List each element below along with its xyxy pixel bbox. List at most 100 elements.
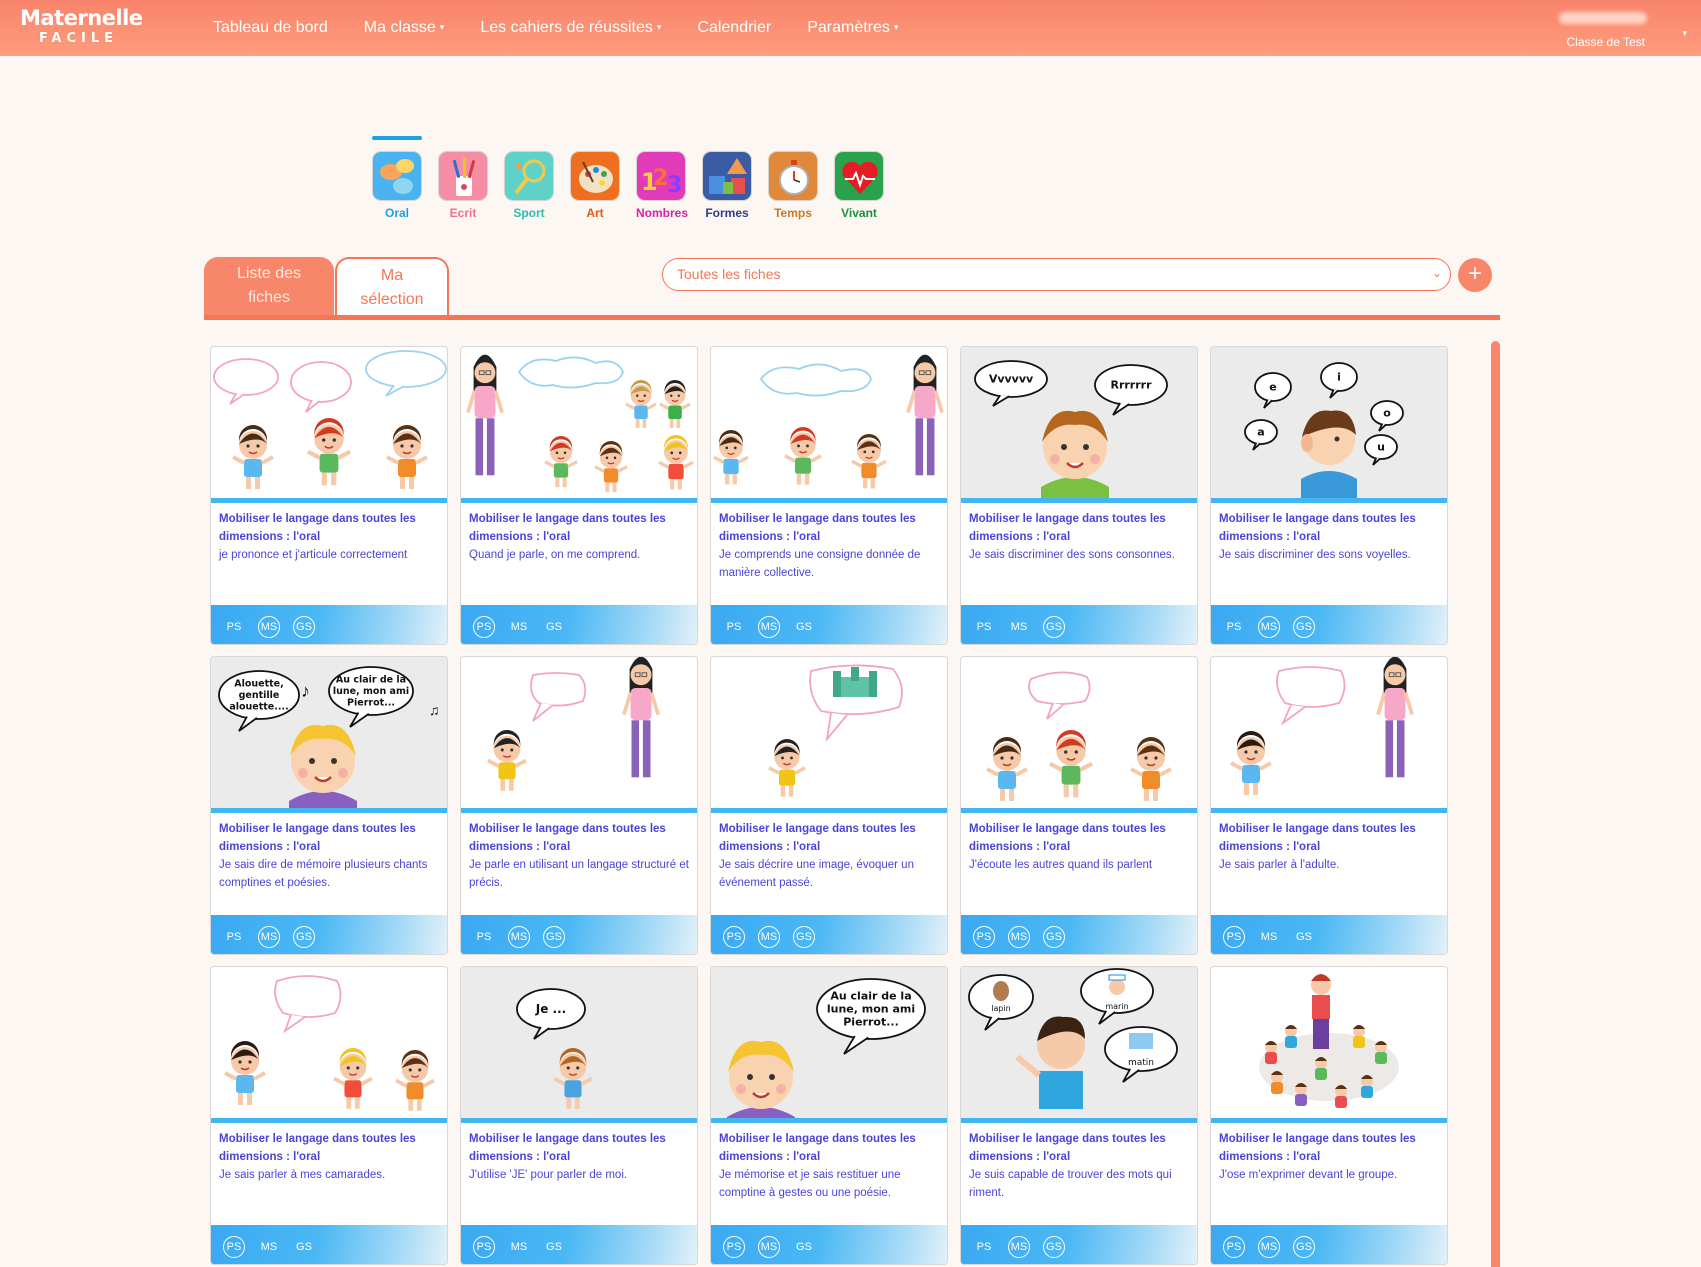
- level-badge-gs[interactable]: GS: [1293, 1236, 1315, 1258]
- level-badge-gs[interactable]: GS: [1293, 616, 1315, 638]
- domain-vivant[interactable]: Vivant: [834, 136, 900, 220]
- level-badge-ps[interactable]: PS: [723, 926, 745, 948]
- fiche-card[interactable]: Mobiliser le langage dans toutes les dim…: [210, 966, 448, 1265]
- level-badge-gs[interactable]: GS: [543, 616, 565, 638]
- level-badge-ps[interactable]: PS: [473, 1236, 495, 1258]
- fiche-card[interactable]: lapin marin matin Mobiliser le langage d…: [960, 966, 1198, 1265]
- fiche-card[interactable]: Mobiliser le langage dans toutes les dim…: [460, 656, 698, 955]
- fiche-card[interactable]: e i a o u Mobiliser le langage dans tout…: [1210, 346, 1448, 645]
- domain-oral[interactable]: Oral: [372, 136, 438, 220]
- fiche-card[interactable]: Mobiliser le langage dans toutes les dim…: [710, 346, 948, 645]
- level-badge-ps[interactable]: PS: [973, 926, 995, 948]
- tab-underline: [204, 315, 1500, 320]
- nav-item-0[interactable]: Tableau de bord: [213, 19, 328, 37]
- level-badge-gs[interactable]: GS: [1043, 616, 1065, 638]
- level-badge-ms[interactable]: MS: [1258, 1236, 1280, 1258]
- level-badge-ps[interactable]: PS: [973, 616, 995, 638]
- caret-down-icon: ▾: [439, 22, 445, 32]
- logo[interactable]: Maternelle FACILE: [20, 6, 154, 48]
- domain-ecrit[interactable]: Ecrit: [438, 136, 504, 220]
- fiche-card[interactable]: Je ... Mobiliser le langage dans toutes …: [460, 966, 698, 1265]
- level-badge-gs[interactable]: GS: [793, 616, 815, 638]
- level-badge-ps[interactable]: PS: [223, 616, 245, 638]
- card-title: Mobiliser le langage dans toutes les dim…: [219, 1133, 416, 1163]
- card-description: Je sais parler à l'adulte.: [1219, 859, 1340, 871]
- level-badge-gs[interactable]: GS: [793, 926, 815, 948]
- level-badge-gs[interactable]: GS: [293, 616, 315, 638]
- fiche-card[interactable]: Mobiliser le langage dans toutes les dim…: [210, 346, 448, 645]
- level-badge-ps[interactable]: PS: [723, 616, 745, 638]
- fiche-illustration: [711, 347, 947, 498]
- fiche-card[interactable]: Mobiliser le langage dans toutes les dim…: [960, 656, 1198, 955]
- level-badge-ms[interactable]: MS: [758, 926, 780, 948]
- card-title: Mobiliser le langage dans toutes les dim…: [219, 513, 416, 543]
- tab-liste-des-fiches[interactable]: Liste des fiches: [204, 257, 334, 315]
- card-body: Mobiliser le langage dans toutes les dim…: [219, 1130, 444, 1184]
- card-body: Mobiliser le langage dans toutes les dim…: [1219, 510, 1444, 564]
- fiche-illustration: [1211, 967, 1447, 1118]
- level-badge-ps[interactable]: PS: [723, 1236, 745, 1258]
- level-badge-ms[interactable]: MS: [258, 926, 280, 948]
- level-badge-ps[interactable]: PS: [223, 1236, 245, 1258]
- fiche-card[interactable]: Vvvvvv Rrrrrrr Mobiliser le langage dans…: [960, 346, 1198, 645]
- level-badge-ms[interactable]: MS: [1258, 616, 1280, 638]
- add-button[interactable]: +: [1458, 258, 1492, 292]
- level-badge-ms[interactable]: MS: [1008, 1236, 1030, 1258]
- level-badge-ms[interactable]: MS: [758, 616, 780, 638]
- card-description: Je sais discriminer des sons voyelles.: [1219, 549, 1411, 561]
- level-badge-gs[interactable]: GS: [543, 926, 565, 948]
- level-badge-ms[interactable]: MS: [1008, 926, 1030, 948]
- level-badge-gs[interactable]: GS: [793, 1236, 815, 1258]
- domain-label: Oral: [384, 206, 409, 220]
- user-menu[interactable]: Classe de Test ▾: [1547, 8, 1687, 49]
- svg-text:Au clair de la: Au clair de la: [336, 675, 406, 686]
- fiche-card[interactable]: Mobiliser le langage dans toutes les dim…: [1210, 966, 1448, 1265]
- level-badge-ms[interactable]: MS: [508, 926, 530, 948]
- tab-ma-selection[interactable]: Ma sélection: [335, 257, 449, 315]
- card-description: Je comprends une consigne donnée de mani…: [719, 549, 921, 579]
- fiche-card[interactable]: Alouette, gentille alouette.... Au clair d…: [210, 656, 448, 955]
- level-badge-ms[interactable]: MS: [1008, 616, 1030, 638]
- level-badge-ps[interactable]: PS: [973, 1236, 995, 1258]
- level-badge-gs[interactable]: GS: [543, 1236, 565, 1258]
- nav-item-4[interactable]: Paramètres ▾: [807, 19, 898, 37]
- card-description: Je parle en utilisant un langage structu…: [469, 859, 689, 889]
- level-badge-gs[interactable]: GS: [293, 926, 315, 948]
- nav-item-1[interactable]: Ma classe ▾: [364, 19, 445, 37]
- level-badge-gs[interactable]: GS: [1043, 926, 1065, 948]
- card-accent-line: [211, 1118, 447, 1123]
- level-badge-ps[interactable]: PS: [1223, 1236, 1245, 1258]
- racket-icon: [504, 151, 554, 201]
- level-badge-gs[interactable]: GS: [1043, 1236, 1065, 1258]
- fiche-card[interactable]: Mobiliser le langage dans toutes les dim…: [460, 346, 698, 645]
- svg-text:marin: marin: [1105, 1002, 1128, 1011]
- level-badge-ms[interactable]: MS: [508, 616, 530, 638]
- fiche-card[interactable]: Mobiliser le langage dans toutes les dim…: [710, 656, 948, 955]
- nav-item-2[interactable]: Les cahiers de réussites ▾: [480, 19, 661, 37]
- fiche-illustration: Alouette, gentille alouette.... Au clair d…: [211, 657, 447, 808]
- level-badge-ps[interactable]: PS: [1223, 616, 1245, 638]
- domain-art[interactable]: Art: [570, 136, 636, 220]
- level-badge-ps[interactable]: PS: [1223, 926, 1245, 948]
- domain-label: Temps: [774, 206, 812, 220]
- level-badge-gs[interactable]: GS: [293, 1236, 315, 1258]
- card-levels: PS MS GS: [461, 915, 697, 954]
- level-badge-ps[interactable]: PS: [473, 926, 495, 948]
- filter-select[interactable]: Toutes les fiches ⌄: [662, 258, 1451, 291]
- domain-formes[interactable]: Formes: [702, 136, 768, 220]
- domain-temps[interactable]: Temps: [768, 136, 834, 220]
- domain-sport[interactable]: Sport: [504, 136, 570, 220]
- fiche-card[interactable]: Au clair de la lune, mon ami Pierrot... Mo…: [710, 966, 948, 1265]
- nav-item-3[interactable]: Calendrier: [697, 19, 771, 37]
- domain-nombres[interactable]: 1 2 3 Nombres: [636, 136, 702, 220]
- level-badge-ms[interactable]: MS: [508, 1236, 530, 1258]
- scrollbar[interactable]: [1491, 341, 1500, 1267]
- fiche-card[interactable]: Mobiliser le langage dans toutes les dim…: [1210, 656, 1448, 955]
- level-badge-ms[interactable]: MS: [758, 1236, 780, 1258]
- level-badge-ps[interactable]: PS: [473, 616, 495, 638]
- level-badge-ps[interactable]: PS: [223, 926, 245, 948]
- level-badge-ms[interactable]: MS: [1258, 926, 1280, 948]
- level-badge-gs[interactable]: GS: [1293, 926, 1315, 948]
- level-badge-ms[interactable]: MS: [258, 1236, 280, 1258]
- level-badge-ms[interactable]: MS: [258, 616, 280, 638]
